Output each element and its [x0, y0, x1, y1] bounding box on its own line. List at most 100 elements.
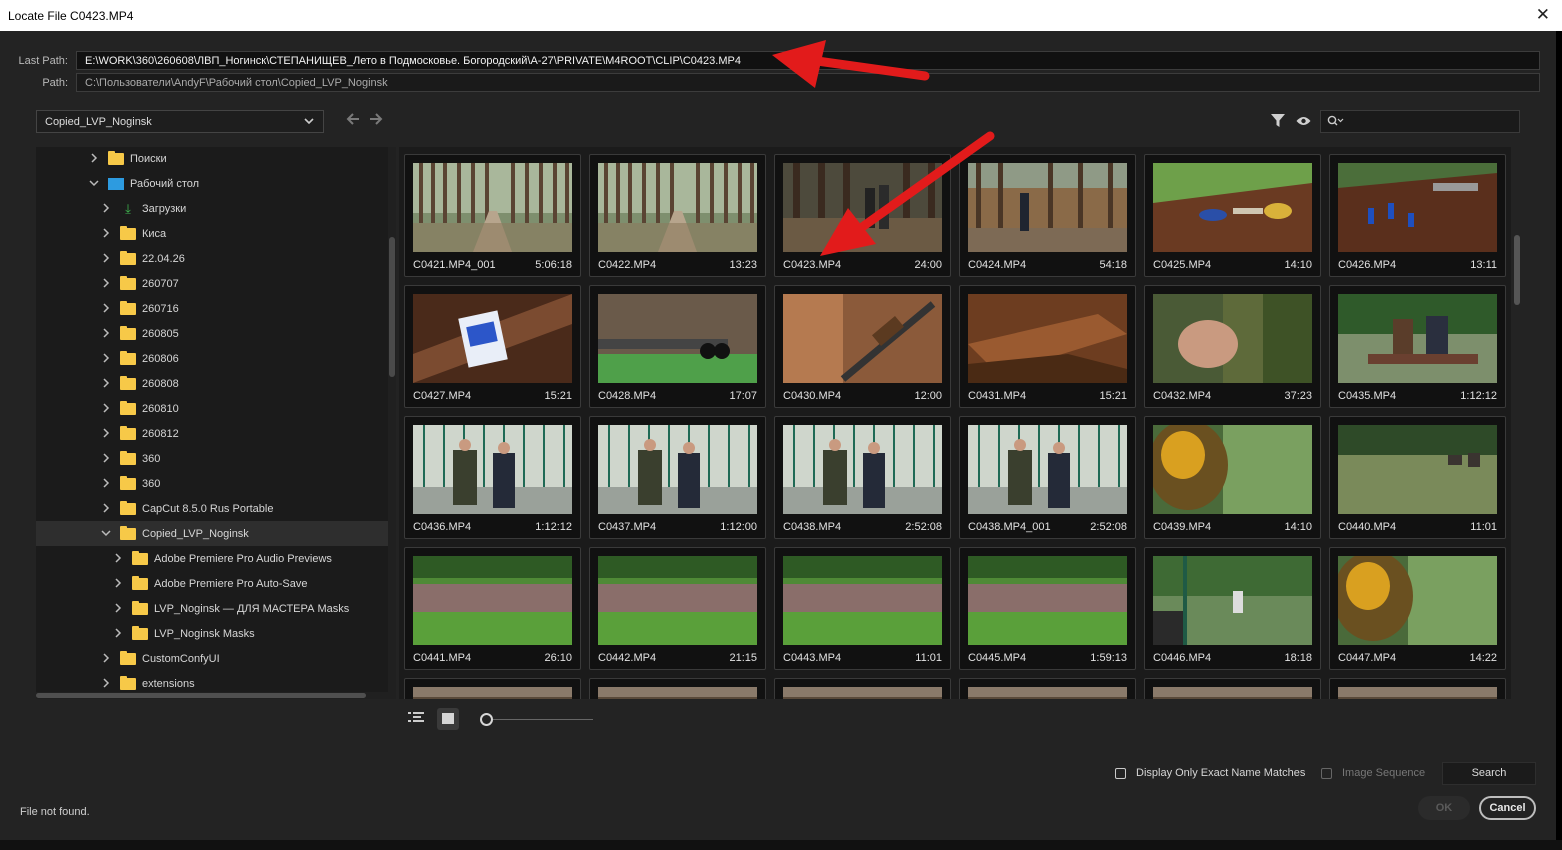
chevron-right-icon[interactable]	[100, 452, 112, 466]
chevron-right-icon[interactable]	[100, 302, 112, 316]
chevron-down-icon	[304, 118, 314, 125]
tree-item[interactable]: CustomConfyUI	[36, 646, 388, 671]
clip-thumbnail-card[interactable]: C0431.MP4 15:21	[959, 285, 1136, 408]
chevron-right-icon[interactable]	[100, 277, 112, 291]
tree-item[interactable]: LVP_Noginsk — ДЛЯ МАСТЕРА Masks	[36, 596, 388, 621]
tree-item[interactable]: 260716	[36, 296, 388, 321]
ok-button[interactable]: OK	[1418, 796, 1470, 820]
location-dropdown[interactable]: Copied_LVP_Noginsk	[36, 110, 324, 133]
chevron-right-icon[interactable]	[100, 402, 112, 416]
clip-thumbnail-card[interactable]: C0446.MP4 18:18	[1144, 547, 1321, 670]
clip-thumbnail-card[interactable]	[1329, 678, 1506, 699]
tree-item[interactable]: ⤓ Загрузки	[36, 196, 388, 221]
clip-thumbnail-card[interactable]: C0437.MP4 1:12:00	[589, 416, 766, 539]
tree-item[interactable]: Рабочий стол	[36, 171, 388, 196]
clip-duration: 15:21	[1099, 390, 1127, 402]
cancel-button[interactable]: Cancel	[1479, 796, 1536, 820]
clip-thumbnail-card[interactable]: C0421.MP4_001 5:06:18	[404, 154, 581, 277]
chevron-right-icon[interactable]	[112, 577, 124, 591]
clip-thumbnail-card[interactable]	[959, 678, 1136, 699]
tree-item[interactable]: Поиски	[36, 147, 388, 171]
chevron-right-icon[interactable]	[100, 227, 112, 241]
exact-name-matches-checkbox[interactable]: Display Only Exact Name Matches	[1115, 767, 1305, 779]
forward-arrow-icon[interactable]	[369, 113, 383, 125]
clip-thumbnail-card[interactable]: C0426.MP4 13:11	[1329, 154, 1506, 277]
chevron-right-icon[interactable]	[100, 352, 112, 366]
clip-thumbnail-card[interactable]: C0441.MP4 26:10	[404, 547, 581, 670]
chevron-right-icon[interactable]	[100, 477, 112, 491]
grid-scroll-thumb[interactable]	[1514, 235, 1520, 305]
chevron-right-icon[interactable]	[100, 677, 112, 691]
clip-thumbnail-card[interactable]: C0428.MP4 17:07	[589, 285, 766, 408]
back-arrow-icon[interactable]	[346, 113, 360, 125]
clip-thumbnail-card[interactable]	[404, 678, 581, 699]
tree-item[interactable]: Киса	[36, 221, 388, 246]
clip-thumbnail-card[interactable]: C0425.MP4 14:10	[1144, 154, 1321, 277]
tree-item[interactable]: 360	[36, 471, 388, 496]
tree-item[interactable]: Adobe Premiere Pro Audio Previews	[36, 546, 388, 571]
clip-thumbnail-card[interactable]	[589, 678, 766, 699]
tree-item[interactable]: CapCut 8.5.0 Rus Portable	[36, 496, 388, 521]
chevron-down-icon[interactable]	[100, 527, 112, 541]
clip-thumbnail-card[interactable]	[1144, 678, 1321, 699]
tree-item[interactable]: 22.04.26	[36, 246, 388, 271]
chevron-right-icon[interactable]	[112, 627, 124, 641]
tree-item-label: 360	[142, 452, 161, 465]
tree-horizontal-scrollbar[interactable]	[36, 692, 388, 699]
close-icon[interactable]: ✕	[1536, 6, 1550, 23]
clip-thumbnail-card[interactable]	[774, 678, 951, 699]
clip-thumbnail-card[interactable]: C0439.MP4 14:10	[1144, 416, 1321, 539]
chevron-right-icon[interactable]	[112, 552, 124, 566]
clip-thumbnail-card[interactable]: C0423.MP4 24:00	[774, 154, 951, 277]
tree-item[interactable]: 260808	[36, 371, 388, 396]
clip-thumbnail-card[interactable]: C0445.MP4 1:59:13	[959, 547, 1136, 670]
checkbox-box[interactable]	[1321, 767, 1332, 779]
tree-scroll-thumb[interactable]	[389, 237, 395, 377]
filter-icon[interactable]	[1271, 114, 1285, 128]
tree-item[interactable]: 260805	[36, 321, 388, 346]
eye-icon[interactable]	[1296, 116, 1311, 126]
list-view-icon[interactable]	[408, 711, 424, 723]
tree-item[interactable]: 360	[36, 446, 388, 471]
clip-thumbnail-card[interactable]: C0438.MP4 2:52:08	[774, 416, 951, 539]
clip-thumbnail-card[interactable]: C0427.MP4 15:21	[404, 285, 581, 408]
clip-thumbnail-card[interactable]: C0440.MP4 11:01	[1329, 416, 1506, 539]
tree-item[interactable]: LVP_Noginsk Masks	[36, 621, 388, 646]
image-sequence-checkbox[interactable]: Image Sequence	[1321, 767, 1425, 779]
clip-thumbnail-card[interactable]: C0422.MP4 13:23	[589, 154, 766, 277]
chevron-right-icon[interactable]	[100, 202, 112, 216]
icon-view-button[interactable]	[437, 708, 459, 730]
tree-item[interactable]: 260806	[36, 346, 388, 371]
chevron-right-icon[interactable]	[100, 427, 112, 441]
clip-thumbnail-card[interactable]: C0435.MP4 1:12:12	[1329, 285, 1506, 408]
search-button[interactable]: Search	[1442, 762, 1536, 785]
tree-hscroll-thumb[interactable]	[36, 693, 366, 698]
clip-thumbnail-card[interactable]: C0432.MP4 37:23	[1144, 285, 1321, 408]
zoom-slider-handle[interactable]	[480, 713, 493, 726]
tree-item[interactable]: 260810	[36, 396, 388, 421]
checkbox-box[interactable]	[1115, 767, 1126, 779]
clip-thumbnail-card[interactable]: C0442.MP4 21:15	[589, 547, 766, 670]
grid-vertical-scrollbar[interactable]	[1512, 147, 1522, 699]
tree-item[interactable]: 260812	[36, 421, 388, 446]
clip-thumbnail-card[interactable]: C0436.MP4 1:12:12	[404, 416, 581, 539]
search-input[interactable]	[1320, 110, 1520, 133]
clip-thumbnail-card[interactable]: C0447.MP4 14:22	[1329, 547, 1506, 670]
chevron-right-icon[interactable]	[100, 502, 112, 516]
clip-thumbnail-card[interactable]: C0430.MP4 12:00	[774, 285, 951, 408]
tree-item[interactable]: Adobe Premiere Pro Auto-Save	[36, 571, 388, 596]
clip-thumbnail-card[interactable]: C0443.MP4 11:01	[774, 547, 951, 670]
zoom-slider-track[interactable]	[488, 719, 593, 720]
chevron-right-icon[interactable]	[100, 252, 112, 266]
tree-vertical-scrollbar[interactable]	[388, 147, 396, 699]
chevron-right-icon[interactable]	[88, 152, 100, 166]
chevron-right-icon[interactable]	[112, 602, 124, 616]
clip-thumbnail-card[interactable]: C0438.MP4_001 2:52:08	[959, 416, 1136, 539]
chevron-right-icon[interactable]	[100, 377, 112, 391]
tree-item[interactable]: 260707	[36, 271, 388, 296]
chevron-down-icon[interactable]	[88, 177, 100, 191]
tree-item[interactable]: Copied_LVP_Noginsk	[36, 521, 388, 546]
chevron-right-icon[interactable]	[100, 327, 112, 341]
clip-thumbnail-card[interactable]: C0424.MP4 54:18	[959, 154, 1136, 277]
chevron-right-icon[interactable]	[100, 652, 112, 666]
